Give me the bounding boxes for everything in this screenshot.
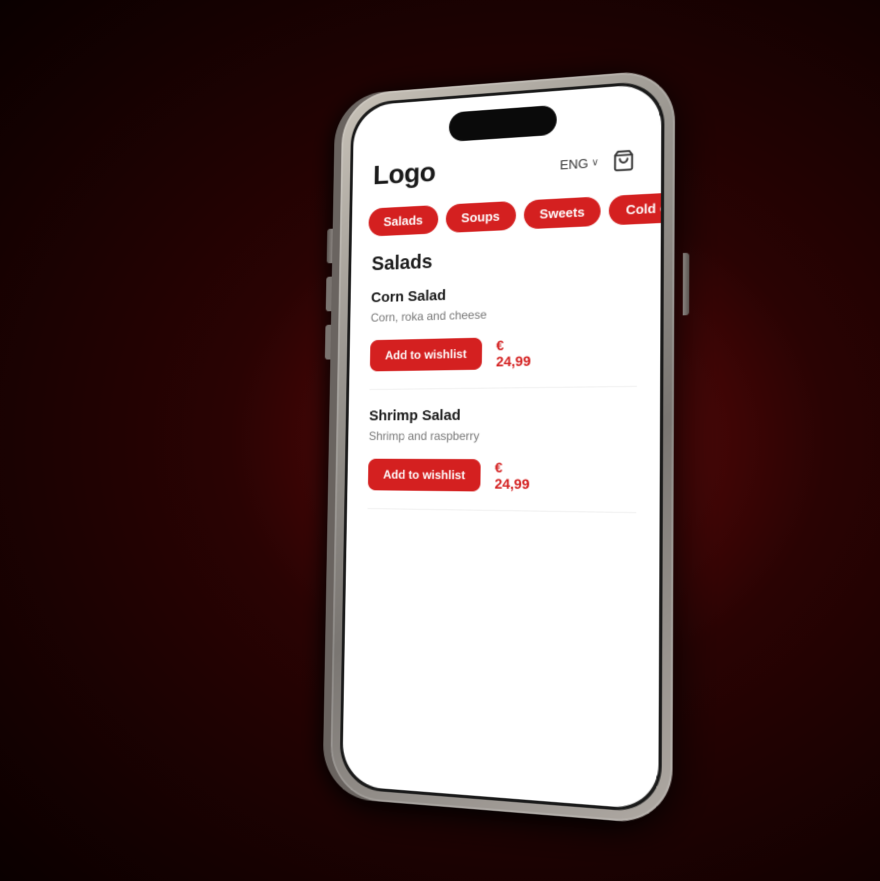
phone-mockup: Logo ENG ∨	[330, 68, 675, 825]
language-selector[interactable]: ENG ∨	[560, 154, 599, 171]
phone-screen-border: Logo ENG ∨	[339, 79, 664, 813]
category-sweets[interactable]: Sweets	[523, 196, 601, 229]
category-salads[interactable]: Salads	[368, 204, 438, 236]
category-soups[interactable]: Soups	[446, 200, 516, 232]
item-info-corn-salad: Corn Salad Corn, roka and cheese Add to …	[370, 283, 548, 371]
item-image-corn-salad	[548, 273, 662, 283]
item-actions: Add to wishlist € 24,99	[370, 336, 531, 371]
menu-list: Corn Salad Corn, roka and cheese Add to …	[347, 279, 661, 531]
language-label: ENG	[560, 155, 589, 172]
add-to-wishlist-button-2[interactable]: Add to wishlist	[368, 458, 481, 491]
chevron-down-icon: ∨	[591, 156, 599, 168]
category-cold-drinks[interactable]: Cold drinks	[609, 190, 661, 225]
item-description: Corn, roka and cheese	[371, 305, 532, 326]
item-price: € 24,99	[496, 336, 531, 369]
screen-content: Logo ENG ∨	[342, 82, 661, 809]
item-name: Shrimp Salad	[369, 406, 530, 424]
cart-icon	[612, 148, 635, 172]
item-price: € 24,99	[495, 458, 530, 491]
menu-item-shrimp-salad: Shrimp Salad Shrimp and raspberry Add to…	[368, 405, 637, 512]
item-image-shrimp-salad	[546, 403, 661, 405]
item-description: Shrimp and raspberry	[369, 427, 531, 444]
item-actions: Add to wishlist € 24,99	[368, 458, 530, 491]
app-header: Logo ENG ∨	[352, 142, 661, 204]
add-to-wishlist-button-1[interactable]: Add to wishlist	[370, 337, 483, 371]
cart-button[interactable]	[609, 145, 638, 175]
menu-item-corn-salad: Corn Salad Corn, roka and cheese Add to …	[370, 280, 638, 389]
header-right: ENG ∨	[560, 145, 638, 178]
item-info-shrimp-salad: Shrimp Salad Shrimp and raspberry Add to…	[368, 406, 547, 492]
phone-body: Logo ENG ∨	[330, 68, 675, 825]
logo: Logo	[373, 156, 436, 191]
phone-screen: Logo ENG ∨	[342, 82, 661, 809]
